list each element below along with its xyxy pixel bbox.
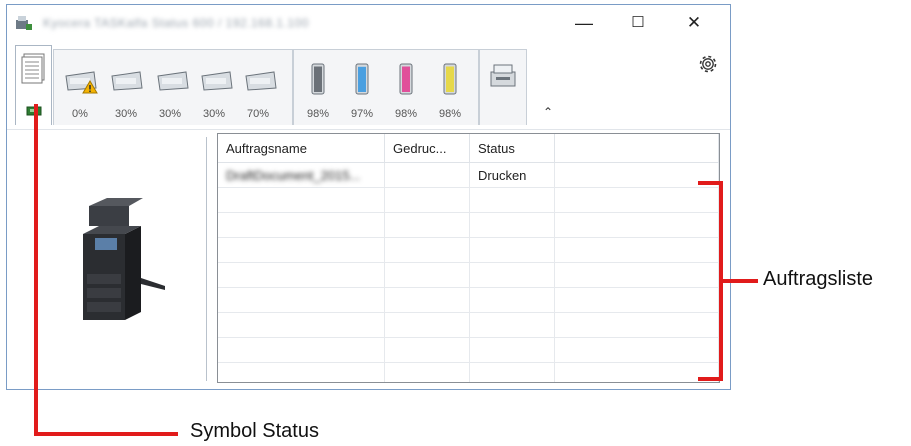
toner-level-cyan: 97% xyxy=(350,108,374,120)
gear-icon[interactable] xyxy=(697,53,719,75)
paper-tray-group[interactable]: 0% 30% 30% 30% 70% xyxy=(53,49,293,125)
close-button[interactable]: ✕ xyxy=(679,11,709,35)
column-header-empty xyxy=(554,134,719,163)
collapse-toolbar-button[interactable]: ⌃ xyxy=(543,105,553,119)
paper-level-2: 30% xyxy=(114,108,138,120)
job-printed-cell xyxy=(384,162,470,188)
job-name-cell: DraftDocument_2015... xyxy=(218,162,385,188)
status-icon-callout-horizontal xyxy=(34,432,178,436)
toner-group[interactable]: 98% 97% 98% 98% xyxy=(293,49,479,125)
toner-level-yellow: 98% xyxy=(438,108,462,120)
scanner-group[interactable] xyxy=(479,49,527,125)
status-icon-callout-vertical xyxy=(34,104,38,436)
paper-level-5: 70% xyxy=(246,108,270,120)
table-row-empty xyxy=(218,212,719,238)
toner-icon xyxy=(355,63,369,95)
paper-tray-icon xyxy=(157,71,189,91)
warning-icon xyxy=(82,80,98,94)
table-row-empty xyxy=(218,362,719,382)
status-toolbar: 0% 30% 30% 30% 70% 98% 97% 98% 98% ⌃ xyxy=(7,41,730,129)
column-header-status[interactable]: Status xyxy=(469,134,555,163)
job-list-callout-label: Auftragsliste xyxy=(763,268,874,290)
title-bar: Kyocera TASKalfa Status 600 / 192.168.1.… xyxy=(7,5,730,41)
column-header-job-name[interactable]: Auftragsname xyxy=(218,134,385,163)
status-tab-icon xyxy=(21,53,45,84)
toner-level-black: 98% xyxy=(306,108,330,120)
column-header-printed[interactable]: Gedruc... xyxy=(384,134,470,163)
table-row-empty xyxy=(218,287,719,313)
table-row-empty xyxy=(218,262,719,288)
printer-app-icon xyxy=(16,16,32,30)
job-list-callout-stem xyxy=(722,279,758,283)
paper-level-3: 30% xyxy=(158,108,182,120)
paper-level-4: 30% xyxy=(202,108,226,120)
toner-icon xyxy=(311,63,325,95)
toner-icon xyxy=(399,63,413,95)
status-icon-callout-label: Symbol Status xyxy=(190,420,319,442)
job-list-bracket-bottom xyxy=(698,377,722,381)
status-monitor-window: Kyocera TASKalfa Status 600 / 192.168.1.… xyxy=(6,4,731,390)
table-row-empty xyxy=(218,337,719,363)
pane-splitter[interactable] xyxy=(206,137,207,381)
window-title: Kyocera TASKalfa Status 600 / 192.168.1.… xyxy=(43,16,309,30)
paper-level-1: 0% xyxy=(72,108,88,120)
scanner-icon xyxy=(490,64,516,87)
paper-tray-icon xyxy=(111,71,143,91)
table-row[interactable]: DraftDocument_2015... Drucken xyxy=(218,162,719,188)
table-row-empty xyxy=(218,187,719,213)
paper-tray-icon xyxy=(201,71,233,91)
toner-level-magenta: 98% xyxy=(394,108,418,120)
job-list-table[interactable]: Auftragsname Gedruc... Status DraftDocum… xyxy=(217,133,720,383)
printer-device-image xyxy=(83,198,165,320)
minimize-button[interactable]: — xyxy=(569,11,599,35)
job-status-cell: Drucken xyxy=(469,162,555,188)
maximize-button[interactable]: ☐ xyxy=(623,11,653,35)
paper-tray-icon xyxy=(245,71,277,91)
table-row-empty xyxy=(218,312,719,338)
toner-icon xyxy=(443,63,457,95)
table-row-empty xyxy=(218,237,719,263)
